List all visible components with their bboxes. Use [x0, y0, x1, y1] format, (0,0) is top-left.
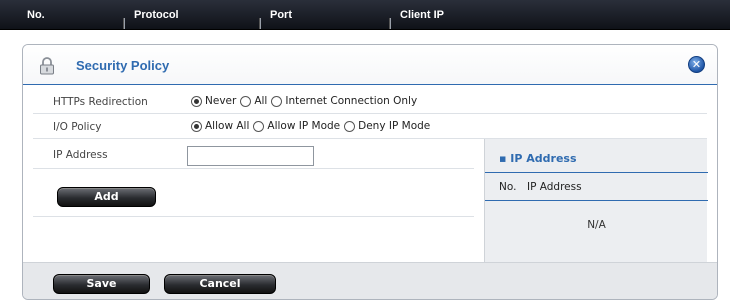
ip-table-header-no: No. — [499, 181, 517, 193]
column-header-protocol[interactable]: Protocol — [134, 9, 179, 21]
ip-address-panel: ▪ IP Address No. IP Address N/A — [484, 139, 708, 262]
radio-internet-connection-only[interactable] — [271, 95, 283, 107]
io-policy-options: Allow All Allow IP Mode Deny IP Mode — [191, 120, 434, 132]
lock-icon — [40, 57, 54, 75]
ip-entry-area: IP Address Add — [23, 139, 484, 262]
dialog-footer: Save Cancel — [23, 262, 717, 299]
column-header-port[interactable]: Port — [270, 9, 292, 21]
io-policy-label: I/O Policy — [53, 121, 102, 133]
radio-all-label[interactable]: All — [254, 95, 267, 107]
radio-allow-ip-mode[interactable] — [253, 120, 265, 132]
radio-never-label[interactable]: Never — [205, 95, 236, 107]
column-resize-handle[interactable] — [389, 18, 391, 29]
divider — [485, 172, 708, 173]
radio-never[interactable] — [191, 95, 202, 107]
io-policy-row: I/O Policy Allow All Allow IP Mode Deny … — [33, 115, 707, 139]
dialog-header: Security Policy ✕ — [23, 45, 717, 85]
radio-allow-all-label[interactable]: Allow All — [205, 120, 249, 132]
ip-table-empty-text: N/A — [587, 219, 606, 231]
column-header-client-ip[interactable]: Client IP — [400, 9, 444, 21]
radio-allow-all[interactable] — [191, 120, 202, 132]
radio-internet-connection-only-label[interactable]: Internet Connection Only — [285, 95, 417, 107]
radio-deny-ip-mode[interactable] — [344, 120, 356, 132]
radio-deny-ip-mode-label[interactable]: Deny IP Mode — [358, 120, 430, 132]
save-button[interactable]: Save — [53, 274, 150, 294]
table-header-bar: No. Protocol Port Client IP — [0, 0, 730, 30]
ip-address-label: IP Address — [53, 149, 108, 161]
radio-all[interactable] — [240, 95, 252, 107]
security-policy-dialog: Security Policy ✕ HTTPs Redirection Neve… — [22, 44, 718, 300]
column-resize-handle[interactable] — [123, 18, 125, 29]
column-header-no[interactable]: No. — [27, 9, 45, 21]
divider — [33, 216, 474, 217]
add-button[interactable]: Add — [57, 187, 156, 207]
ip-address-input[interactable] — [187, 146, 314, 166]
cancel-button[interactable]: Cancel — [164, 274, 276, 294]
divider — [485, 200, 708, 201]
radio-allow-ip-mode-label[interactable]: Allow IP Mode — [267, 120, 340, 132]
close-icon: ✕ — [691, 58, 702, 71]
https-redirection-options: Never All Internet Connection Only — [191, 95, 421, 107]
https-redirection-row: HTTPs Redirection Never All Internet Con… — [33, 90, 707, 114]
dialog-title: Security Policy — [76, 58, 170, 73]
https-redirection-label: HTTPs Redirection — [53, 96, 148, 108]
ip-panel-title-text: IP Address — [510, 152, 577, 165]
ip-panel-title: ▪ IP Address — [499, 152, 577, 165]
ip-address-row: IP Address — [33, 143, 474, 169]
close-button[interactable]: ✕ — [688, 56, 705, 73]
column-resize-handle[interactable] — [259, 18, 261, 29]
ip-table-header-ip: IP Address — [527, 181, 582, 193]
